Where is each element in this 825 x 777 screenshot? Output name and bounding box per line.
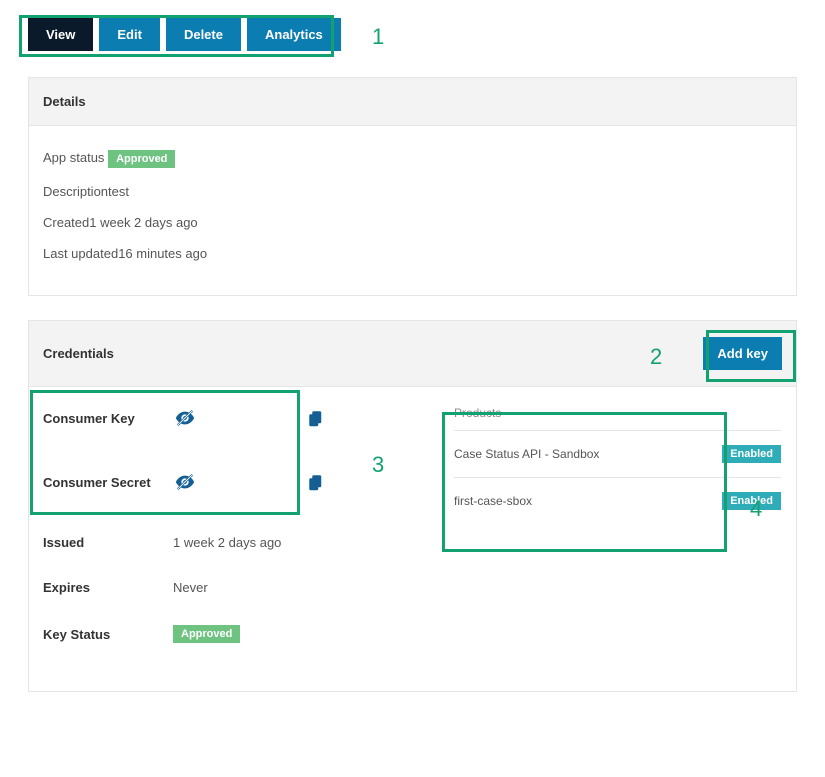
consumer-secret-label: Consumer Secret	[43, 475, 173, 490]
toggle-consumer-secret-visibility[interactable]	[173, 471, 197, 493]
eye-off-icon	[173, 407, 197, 429]
credentials-panel: Credentials Add key Consumer Key	[28, 320, 797, 692]
description-label: Description	[43, 184, 108, 199]
created-label: Created	[43, 215, 89, 230]
app-status-badge: Approved	[108, 150, 175, 168]
last-updated-label: Last updated	[43, 246, 118, 261]
description-value: test	[108, 184, 129, 199]
product-status-badge: Enabled	[722, 492, 781, 510]
clipboard-icon	[307, 472, 325, 492]
consumer-key-label: Consumer Key	[43, 411, 173, 426]
key-status-label: Key Status	[43, 627, 173, 642]
product-name: first-case-sbox	[454, 494, 532, 508]
copy-consumer-key[interactable]	[307, 408, 325, 428]
tab-view[interactable]: View	[28, 18, 93, 51]
expires-label: Expires	[43, 580, 173, 595]
product-row: first-case-sbox Enabled	[454, 478, 781, 524]
tab-analytics[interactable]: Analytics	[247, 18, 341, 51]
eye-off-icon	[173, 471, 197, 493]
products-box: Products Case Status API - Sandbox Enabl…	[453, 399, 782, 525]
product-status-badge: Enabled	[722, 445, 781, 463]
tab-edit[interactable]: Edit	[99, 18, 160, 51]
product-row: Case Status API - Sandbox Enabled	[454, 431, 781, 478]
last-updated-value: 16 minutes ago	[118, 246, 207, 261]
issued-value: 1 week 2 days ago	[173, 535, 281, 550]
details-header: Details	[29, 78, 796, 126]
details-title: Details	[43, 94, 86, 109]
copy-consumer-secret[interactable]	[307, 472, 325, 492]
product-name: Case Status API - Sandbox	[454, 447, 599, 461]
clipboard-icon	[307, 408, 325, 428]
key-status-badge: Approved	[173, 625, 240, 643]
tab-bar: View Edit Delete Analytics	[28, 18, 797, 51]
credentials-title: Credentials	[43, 346, 114, 361]
created-value: 1 week 2 days ago	[89, 215, 197, 230]
toggle-consumer-key-visibility[interactable]	[173, 407, 197, 429]
issued-label: Issued	[43, 535, 173, 550]
details-panel: Details App status Approved Descriptiont…	[28, 77, 797, 296]
expires-value: Never	[173, 580, 208, 595]
tab-delete[interactable]: Delete	[166, 18, 241, 51]
products-header: Products	[454, 400, 781, 431]
add-key-button[interactable]: Add key	[703, 337, 782, 370]
app-status-label: App status	[43, 150, 104, 165]
credentials-header: Credentials Add key	[29, 321, 796, 387]
